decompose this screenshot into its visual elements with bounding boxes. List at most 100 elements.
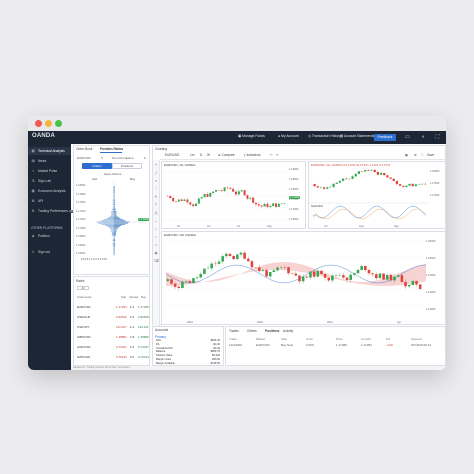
horizontal-line-icon[interactable]: ≡: [154, 179, 158, 183]
fib-icon[interactable]: ⋮: [154, 187, 158, 191]
rate-sell[interactable]: 0.70193: [116, 353, 127, 361]
sidebar-item-sign-out[interactable]: ⏻ Sign out: [28, 248, 71, 256]
instrument-search[interactable]: EUR/USD: [165, 153, 179, 157]
rate-buy[interactable]: 110.441: [138, 323, 149, 331]
zoom-icon[interactable]: ⌕: [154, 227, 158, 231]
chart3-candle: [167, 279, 170, 281]
trade-market[interactable]: EUR/USD: [256, 343, 270, 347]
layout-icon[interactable]: ▭: [404, 134, 411, 141]
sidebar-item-api[interactable]: ⌘ API: [28, 197, 71, 205]
rate-buy[interactable]: 1.17268: [138, 303, 149, 311]
sidebar-item-economic-analysis[interactable]: ▦ Economic Analysis: [28, 187, 71, 195]
sidebar-item-trading-preferences[interactable]: ⚙Trading Preferences NEW: [28, 207, 71, 215]
position-icon: ◈: [31, 232, 35, 240]
timeframe-1m[interactable]: 1m: [190, 153, 194, 157]
sidebar-item-sign-lab[interactable]: ⚗ Sign Lab: [28, 177, 71, 185]
rate-sell[interactable]: 0.73221: [116, 343, 127, 351]
timeframe-w[interactable]: W: [207, 153, 210, 157]
account-statements-link[interactable]: ▤ Account Statements: [340, 134, 374, 138]
tab-all[interactable]: All: [77, 286, 89, 290]
manage-funds-link[interactable]: ▣ Manage Funds: [238, 134, 265, 138]
settings-icon[interactable]: ⚙: [414, 153, 417, 157]
rate-buy[interactable]: 0.92528: [138, 313, 149, 321]
lock-icon[interactable]: ⌂: [154, 243, 158, 247]
chart-eurusd-daily[interactable]: EUR/USD, 1D, OANDA 1.19000 1.18500 1.18000…: [161, 161, 306, 229]
maximize-window-button[interactable]: [55, 120, 62, 127]
trade-trade[interactable]: 11214932: [229, 343, 242, 347]
eye-icon[interactable]: ◉: [154, 251, 158, 255]
sell-order-bar: [112, 235, 114, 236]
trade-units[interactable]: 2,000: [306, 343, 314, 347]
transaction-history-link[interactable]: ◷ Transaction History: [308, 134, 341, 138]
rate-row[interactable]: GBP/USD 1.38851 1.8 1.38869: [74, 333, 149, 341]
rate-sell[interactable]: 110.427: [116, 323, 127, 331]
chart-eurusd-weekly[interactable]: EUR/USD, 1W, OANDA 1.20000 1.18000 1.16000…: [161, 231, 446, 325]
sidebar-item-news[interactable]: ▤ News: [28, 157, 71, 165]
close-window-button[interactable]: [35, 120, 42, 127]
rate-row[interactable]: AUD/USD 0.73221 1.6 0.73237: [74, 343, 149, 351]
sidebar-item-technical-analysis[interactable]: ▦ Technical Analysis: [28, 147, 71, 155]
stoch-rsi-d-line: [313, 209, 426, 219]
trade-opened[interactable]: 07/19/19 09:14: [411, 343, 431, 347]
chart2-candle: [402, 186, 404, 187]
fullscreen-icon[interactable]: ⛶: [434, 134, 441, 141]
measure-icon[interactable]: ↔: [154, 219, 158, 223]
rate-buy[interactable]: 0.70213: [138, 353, 149, 361]
chart2-candle: [367, 170, 369, 171]
rate-buy[interactable]: 1.38869: [138, 333, 149, 341]
chart3-candle: [360, 266, 363, 270]
chart-eurusd-4h[interactable]: EUR/USD, 4H, OANDA O1.1726 H1.1734 L1.17…: [308, 161, 446, 229]
rate-buy[interactable]: 0.73237: [138, 343, 149, 351]
rate-row[interactable]: USD/JPY 110.427 1.4 110.441: [74, 323, 149, 331]
buy-order-bar: [114, 191, 115, 192]
layout-grid-icon[interactable]: ▦: [405, 153, 408, 157]
brush-icon[interactable]: ✎: [154, 195, 158, 199]
tab-positions[interactable]: Positions: [265, 329, 279, 333]
minimize-window-button[interactable]: [45, 120, 52, 127]
theme-icon[interactable]: ◐: [420, 134, 427, 141]
undo-icon[interactable]: ↶: [270, 153, 273, 157]
buy-order-bar: [114, 230, 116, 231]
trade-price[interactable]: 1.17480: [336, 343, 347, 347]
oanda-logo[interactable]: OANDA: [32, 133, 55, 139]
rate-sell[interactable]: 0.92512: [116, 313, 127, 321]
rate-row[interactable]: USD/CHF 0.92512 1.6 0.92528: [74, 313, 149, 321]
my-account-link[interactable]: ● My Account: [278, 134, 299, 138]
rate-row[interactable]: NZD/USD 0.70193 2.0 0.70213: [74, 353, 149, 361]
timeframe-d[interactable]: D: [200, 153, 202, 157]
feedback-button[interactable]: Feedback: [374, 134, 396, 141]
tab-orders[interactable]: Orders: [247, 329, 257, 333]
indicators-button[interactable]: ƒ Indicators: [244, 153, 261, 157]
trade-side[interactable]: Buy Now: [281, 343, 293, 347]
sell-order-bar: [105, 225, 114, 226]
chart2-candle: [339, 181, 341, 183]
rate-sell[interactable]: 1.38851: [116, 333, 127, 341]
pattern-icon[interactable]: ⋀: [154, 211, 158, 215]
tab-trades[interactable]: Trades: [229, 329, 239, 333]
trash-icon[interactable]: ⌫: [154, 259, 158, 263]
compare-button[interactable]: ⊕ Compare: [218, 153, 235, 157]
chart2-candle: [345, 179, 347, 180]
fullscreen-chart-icon[interactable]: ⛶: [421, 153, 423, 157]
sidebar-item-position[interactable]: ◈ Position: [28, 232, 71, 240]
time-tick: 15: [177, 225, 180, 228]
magnet-icon[interactable]: ∩: [154, 235, 158, 239]
gear-icon: ⚙: [31, 207, 35, 215]
chart1-candle: [275, 203, 277, 206]
chart3-candle: [295, 274, 298, 276]
crosshair-icon[interactable]: +: [154, 163, 158, 167]
sidebar-item-market-pulse[interactable]: ∿ Market Pulse: [28, 167, 71, 175]
redo-icon[interactable]: ↷: [276, 153, 279, 157]
save-button[interactable]: Save: [427, 153, 434, 157]
text-icon[interactable]: T: [154, 203, 158, 207]
trendline-icon[interactable]: ╱: [154, 171, 158, 175]
chart3-candle: [309, 271, 312, 277]
price-tick: 1.14000: [426, 291, 435, 294]
rate-row[interactable]: EUR/USD 1.17254 1.4 1.17268: [74, 303, 149, 311]
trade-pl[interactable]: -4.40: [386, 343, 393, 347]
sidebar-item-label: Market Pulse: [38, 169, 57, 173]
trade-current[interactable]: 1.17254: [361, 343, 372, 347]
tab-activity[interactable]: Activity: [283, 329, 293, 333]
rate-sell[interactable]: 1.17254: [116, 303, 127, 311]
buy-order-bar: [114, 221, 126, 222]
